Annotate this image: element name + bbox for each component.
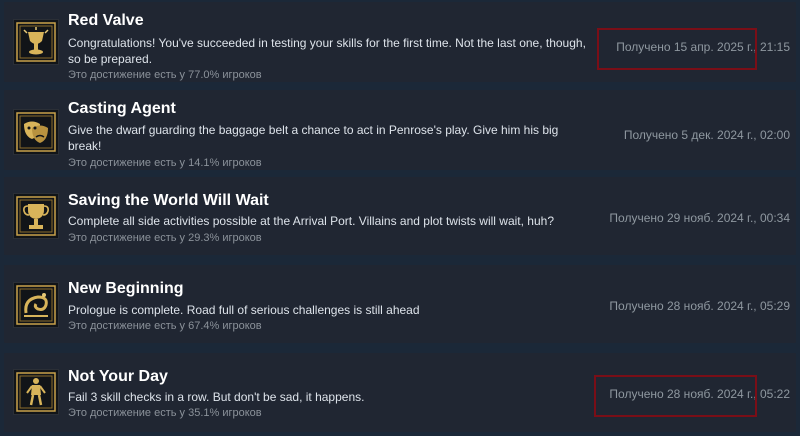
achievement-title: Saving the World Will Wait <box>68 192 269 209</box>
achievement-description: Fail 3 skill checks in a row. But don't … <box>68 390 365 404</box>
achievement-title: New Beginning <box>68 280 184 297</box>
achievement-list: Red Valve Congratulations! You've succee… <box>0 0 800 436</box>
achievement-row: Saving the World Will Wait Complete all … <box>4 177 796 255</box>
chalice-icon <box>13 19 59 65</box>
achievement-description: Give the dwarf guarding the baggage belt… <box>68 123 559 153</box>
highlight-box <box>597 28 757 70</box>
achievement-row: New Beginning Prologue is complete. Road… <box>4 265 796 343</box>
fallen-figure-icon <box>13 369 59 415</box>
achievement-unlock-date: Получено 28 нояб. 2024 г., 05:29 <box>609 299 790 313</box>
highlight-box <box>594 375 757 417</box>
achievement-global-percent: Это достижение есть у 77.0% игроков <box>68 69 262 81</box>
achievement-title: Red Valve <box>68 12 144 29</box>
spiral-emblem-icon <box>13 282 59 328</box>
achievement-row: Casting Agent Give the dwarf guarding th… <box>4 90 796 170</box>
achievement-global-percent: Это достижение есть у 67.4% игроков <box>68 320 262 332</box>
achievement-title: Casting Agent <box>68 100 176 117</box>
achievement-description: Complete all side activities possible at… <box>68 214 554 228</box>
achievement-unlock-date: Получено 5 дек. 2024 г., 02:00 <box>623 128 790 142</box>
trophy-icon <box>13 193 59 239</box>
achievement-description: Prologue is complete. Road full of serio… <box>68 303 420 317</box>
achievement-title: Not Your Day <box>68 368 168 385</box>
achievement-description: Congratulations! You've succeeded in tes… <box>68 36 586 66</box>
achievement-global-percent: Это достижение есть у 35.1% игроков <box>68 407 262 419</box>
achievement-global-percent: Это достижение есть у 14.1% игроков <box>68 157 262 169</box>
achievement-unlock-date: Получено 29 нояб. 2024 г., 00:34 <box>609 211 790 225</box>
achievement-global-percent: Это достижение есть у 29.3% игроков <box>68 232 262 244</box>
theater-masks-icon <box>13 109 59 155</box>
